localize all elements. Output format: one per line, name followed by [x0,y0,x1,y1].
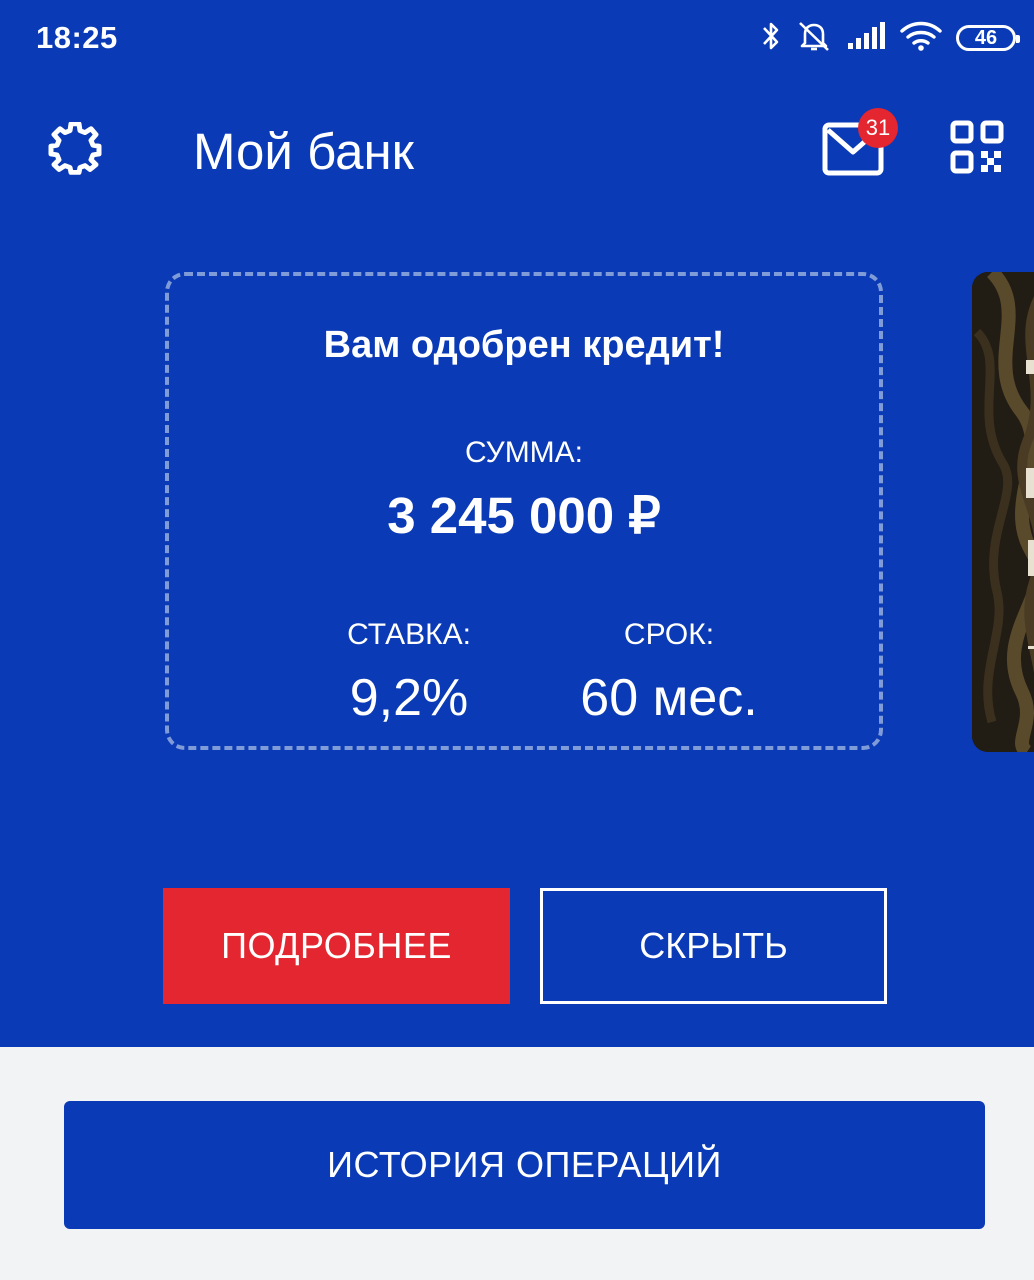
battery-level: 46 [974,26,998,49]
hide-button[interactable]: СКРЫТЬ [540,888,887,1004]
qr-code-button[interactable] [950,120,1010,180]
signal-icon [846,21,886,56]
credit-offer-card[interactable]: Вам одобрен кредит! СУММА: 3 245 000 ₽ С… [165,272,883,750]
mute-icon [796,19,832,58]
qr-code-icon [950,120,1004,178]
term-value: 60 мес. [580,669,758,727]
operations-history-button[interactable]: ИСТОРИЯ ОПЕРАЦИЙ [64,1101,985,1229]
term-label: СРОК: [623,618,715,651]
bluetooth-icon [760,19,782,58]
notification-badge: 31 [858,108,898,148]
wifi-icon [900,20,942,57]
app-bar: Мой банк 31 [0,100,1034,200]
rate-label: СТАВКА: [347,618,471,651]
gear-icon [48,120,102,181]
bottom-area: ИСТОРИЯ ОПЕРАЦИЙ [0,1047,1034,1280]
page-title: Мой банк [193,123,414,180]
status-icons: 46 [760,18,1020,58]
rate-value: 9,2% [349,669,469,727]
next-card-preview[interactable] [972,272,1034,752]
messages-button[interactable]: 31 [818,108,898,184]
status-bar: 18:25 46 [0,0,1034,80]
amount-label: СУММА: [464,436,584,469]
status-time: 18:25 [36,20,118,55]
offer-title: Вам одобрен кредит! [323,324,725,366]
card-pattern [972,272,1034,752]
battery-icon: 46 [956,25,1020,51]
settings-button[interactable] [44,120,106,182]
amount-value: 3 245 000 ₽ [387,487,661,544]
details-button[interactable]: ПОДРОБНЕЕ [163,888,510,1004]
